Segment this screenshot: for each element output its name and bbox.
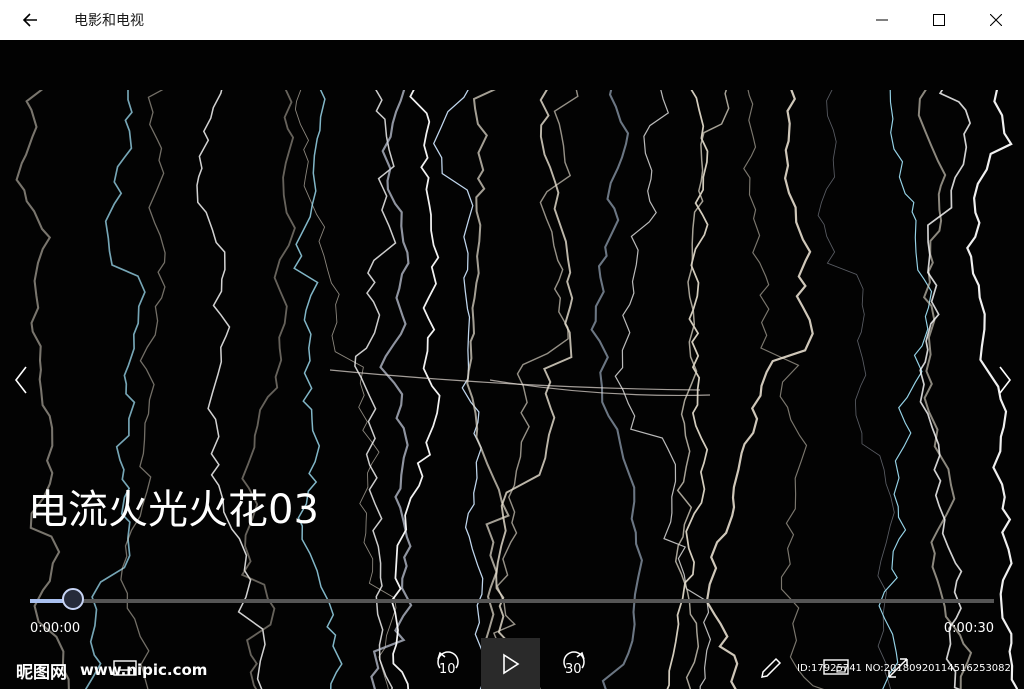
title-bar: 电影和电视	[0, 0, 1024, 40]
minimize-button[interactable]	[853, 0, 910, 40]
watermark-id: ID:17925741 NO:20180920114516253082	[797, 663, 1011, 674]
pencil-icon	[761, 657, 782, 678]
window-controls	[853, 0, 1024, 40]
maximize-button[interactable]	[910, 0, 967, 40]
play-button[interactable]	[481, 638, 540, 689]
chevron-left-icon	[14, 366, 27, 394]
close-icon	[989, 14, 1002, 26]
minimize-icon	[875, 19, 888, 21]
video-title: 电流火光火花03	[28, 487, 319, 533]
skip-back-button[interactable]: 10	[430, 640, 466, 680]
video-player[interactable]: 电流火光火花03 0:00:00 0:00:30 10 30 昵图网 www.n…	[0, 40, 1024, 689]
close-button[interactable]	[967, 0, 1024, 40]
chevron-right-icon	[999, 366, 1012, 394]
back-button[interactable]	[0, 0, 60, 40]
watermark-site: www.nipic.com	[80, 661, 208, 679]
skip-back-seconds: 10	[439, 662, 456, 677]
watermark-logo: 昵图网	[16, 663, 67, 683]
next-arrow-button[interactable]	[990, 365, 1020, 395]
total-time: 0:00:30	[943, 621, 994, 636]
back-arrow-icon	[22, 13, 37, 27]
app-title: 电影和电视	[74, 13, 144, 29]
play-icon	[502, 653, 519, 674]
maximize-icon	[932, 14, 945, 26]
skip-forward-button[interactable]: 30	[556, 640, 592, 680]
skip-forward-seconds: 30	[565, 662, 582, 677]
seek-bar[interactable]	[30, 588, 994, 610]
previous-arrow-button[interactable]	[6, 365, 36, 395]
edit-button[interactable]	[757, 654, 785, 682]
current-time: 0:00:00	[30, 621, 81, 636]
